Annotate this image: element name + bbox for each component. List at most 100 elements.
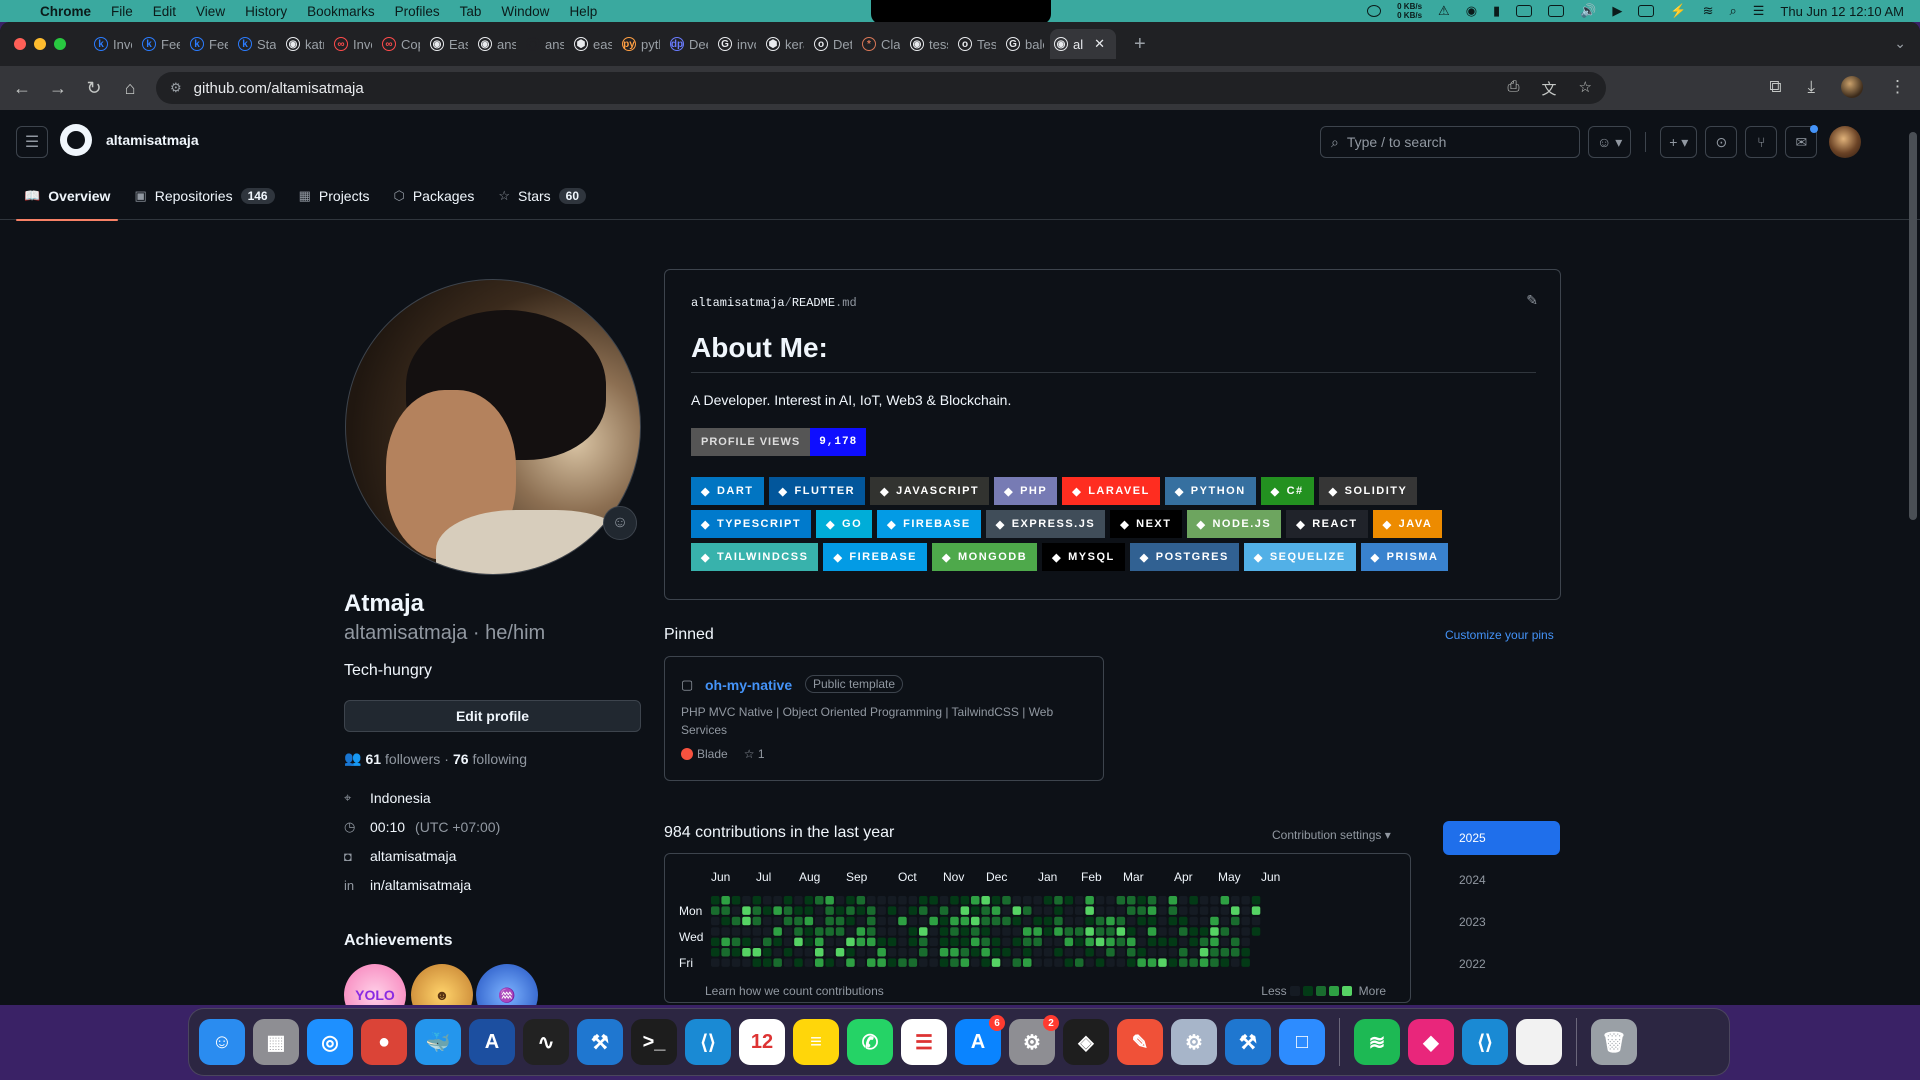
hamburger-menu-icon[interactable]: ☰ xyxy=(16,126,48,158)
contribution-day[interactable] xyxy=(1189,896,1198,905)
contribution-day[interactable] xyxy=(867,896,876,905)
menu-item-edit[interactable]: Edit xyxy=(153,4,176,19)
tab-title[interactable]: al xyxy=(1073,37,1083,52)
contribution-day[interactable] xyxy=(991,958,1001,967)
contribution-day[interactable] xyxy=(1147,906,1157,915)
contribution-day[interactable] xyxy=(1116,916,1126,926)
contribution-day[interactable] xyxy=(1168,896,1178,905)
contribution-day[interactable] xyxy=(971,927,980,936)
contribution-day[interactable] xyxy=(1158,937,1167,947)
contribution-day[interactable] xyxy=(919,906,928,915)
notes-icon[interactable]: ≡ xyxy=(793,1019,839,1065)
contribution-day[interactable] xyxy=(1199,948,1209,957)
social-link-1[interactable]: ◘ altamisatmaja xyxy=(344,848,456,864)
safari-icon[interactable]: ◎ xyxy=(307,1019,353,1065)
contribution-day[interactable] xyxy=(1033,916,1042,926)
contribution-day[interactable] xyxy=(971,958,980,967)
contribution-day[interactable] xyxy=(950,927,959,936)
contribution-day[interactable] xyxy=(919,896,928,905)
contribution-day[interactable] xyxy=(1095,916,1105,926)
contribution-day[interactable] xyxy=(1189,927,1198,936)
contribution-day[interactable] xyxy=(887,916,897,926)
contribution-day[interactable] xyxy=(1179,958,1188,967)
contribution-day[interactable] xyxy=(1085,958,1094,967)
contribution-day[interactable] xyxy=(752,948,762,957)
contribution-day[interactable] xyxy=(794,896,803,905)
contribution-day[interactable] xyxy=(1023,958,1032,967)
contribution-day[interactable] xyxy=(1043,958,1053,967)
reminders-icon[interactable]: ☰ xyxy=(901,1019,947,1065)
contribution-day[interactable] xyxy=(1137,948,1146,957)
contribution-day[interactable] xyxy=(804,948,814,957)
contribution-day[interactable] xyxy=(887,958,897,967)
browser-tab[interactable]: ◉ katna xyxy=(282,29,324,59)
browser-tab[interactable]: ⬢ easyo xyxy=(570,29,612,59)
zoom-window-button[interactable] xyxy=(54,38,66,50)
contribution-day[interactable] xyxy=(1043,948,1053,957)
profile-avatar[interactable] xyxy=(345,279,641,575)
contribution-day[interactable] xyxy=(1043,927,1053,936)
contribution-day[interactable] xyxy=(877,948,886,957)
browser-tab[interactable]: ◉ al ✕ xyxy=(1050,29,1116,59)
contribution-day[interactable] xyxy=(1095,958,1105,967)
contribution-day[interactable] xyxy=(783,958,793,967)
contribution-day[interactable] xyxy=(1231,927,1240,936)
contribution-day[interactable] xyxy=(991,927,1001,936)
contribution-day[interactable] xyxy=(1064,906,1074,915)
contribution-day[interactable] xyxy=(960,927,970,936)
contribution-day[interactable] xyxy=(1189,906,1198,915)
following-label[interactable]: following xyxy=(473,751,527,767)
contribution-day[interactable] xyxy=(742,896,751,905)
contribution-day[interactable] xyxy=(950,916,959,926)
issues-button[interactable]: ⊙ xyxy=(1705,126,1738,158)
contribution-day[interactable] xyxy=(794,937,803,947)
year-button-2022[interactable]: 2022 xyxy=(1443,947,1560,981)
contribution-day[interactable] xyxy=(794,958,803,967)
contribution-day[interactable] xyxy=(867,937,876,947)
browser-tab[interactable]: k Stable xyxy=(234,29,276,59)
contribution-day[interactable] xyxy=(898,937,907,947)
tab-title[interactable]: tesse xyxy=(929,37,948,52)
contribution-day[interactable] xyxy=(815,958,824,967)
contribution-day[interactable] xyxy=(971,906,980,915)
year-button-2023[interactable]: 2023 xyxy=(1443,905,1560,939)
contribution-day[interactable] xyxy=(804,916,814,926)
contribution-day[interactable] xyxy=(794,906,803,915)
trash-icon[interactable]: 🗑 xyxy=(1591,1019,1637,1065)
contribution-day[interactable] xyxy=(1168,948,1178,957)
warning-icon[interactable]: ⚠ xyxy=(1438,3,1450,19)
contribution-day[interactable] xyxy=(867,948,876,957)
browser-tab[interactable]: k Invoic xyxy=(90,29,132,59)
contribution-day[interactable] xyxy=(898,896,907,905)
contribution-day[interactable] xyxy=(919,916,928,926)
contribution-day[interactable] xyxy=(908,948,918,957)
display-icon[interactable] xyxy=(1548,5,1565,17)
contribution-day[interactable] xyxy=(856,958,866,967)
tab-search-chevron-icon[interactable]: ⌄ xyxy=(1894,35,1906,52)
contribution-day[interactable] xyxy=(898,906,907,915)
bookmark-star-icon[interactable]: ☆ xyxy=(1579,78,1592,99)
contribution-day[interactable] xyxy=(711,958,720,967)
contribution-day[interactable] xyxy=(1147,896,1157,905)
contribution-day[interactable] xyxy=(1199,896,1209,905)
contribution-day[interactable] xyxy=(960,958,970,967)
contribution-day[interactable] xyxy=(742,948,751,957)
contribution-day[interactable] xyxy=(1199,906,1209,915)
contribution-day[interactable] xyxy=(939,927,949,936)
contribution-day[interactable] xyxy=(763,916,772,926)
tab-title[interactable]: anshu xyxy=(497,37,516,52)
address-bar[interactable]: ⚙ github.com/altamisatmaja ⎙ 文 ☆ xyxy=(156,72,1606,104)
contribution-day[interactable] xyxy=(804,937,814,947)
contribution-day[interactable] xyxy=(960,916,970,926)
contribution-day[interactable] xyxy=(960,896,970,905)
contribution-day[interactable] xyxy=(804,927,814,936)
contribution-day[interactable] xyxy=(721,927,730,936)
menu-item-window[interactable]: Window xyxy=(501,4,549,19)
contribution-day[interactable] xyxy=(1189,937,1198,947)
contribution-day[interactable] xyxy=(1075,958,1084,967)
tab-label[interactable]: Packages xyxy=(413,188,474,204)
contribution-day[interactable] xyxy=(887,906,897,915)
contribution-day[interactable] xyxy=(1054,906,1063,915)
contribution-day[interactable] xyxy=(1106,916,1115,926)
finder-icon[interactable]: ☺ xyxy=(199,1019,245,1065)
